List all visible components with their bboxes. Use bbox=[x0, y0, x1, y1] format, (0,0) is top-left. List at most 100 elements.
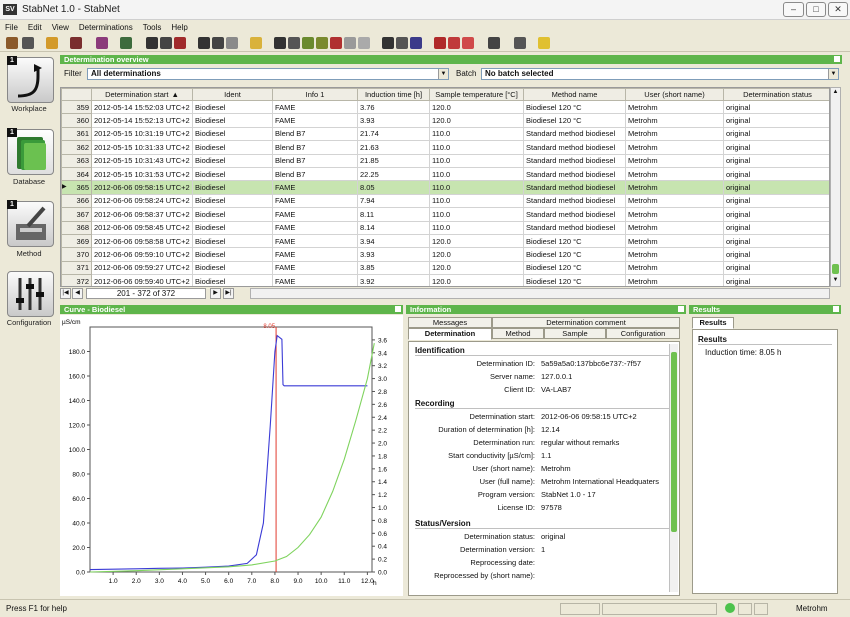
menu-view[interactable]: View bbox=[47, 20, 74, 35]
filter-remove-icon[interactable] bbox=[330, 37, 342, 49]
table-row[interactable]: 367 2012-06-06 09:58:37 UTC+2 Biodiesel FAM… bbox=[61, 207, 829, 222]
nav-workplace-count: 1 bbox=[7, 56, 17, 65]
column-header[interactable]: Sample temperature [°C] bbox=[429, 88, 524, 101]
column-header[interactable]: Info 1 bbox=[272, 88, 358, 101]
table-row[interactable]: 362 2012-05-15 10:31:33 UTC+2 Biodiesel Ble… bbox=[61, 140, 829, 155]
nav-configuration-button[interactable] bbox=[7, 271, 54, 317]
details-scroll-thumb[interactable] bbox=[671, 352, 677, 532]
curve-maximize-icon[interactable] bbox=[395, 306, 401, 312]
row-number: 364 bbox=[61, 166, 92, 182]
table-row[interactable]: 361 2012-05-15 10:31:19 UTC+2 Biodiesel Ble… bbox=[61, 126, 829, 142]
table-row[interactable]: 363 2012-05-15 10:31:43 UTC+2 Biodiesel Ble… bbox=[61, 153, 829, 168]
user-icon[interactable] bbox=[70, 37, 82, 49]
search-icon[interactable] bbox=[274, 37, 286, 49]
results-maximize-icon[interactable] bbox=[833, 306, 839, 312]
tab-configuration[interactable]: Configuration bbox=[606, 328, 680, 339]
pdf-icon[interactable] bbox=[434, 37, 446, 49]
print-icon[interactable] bbox=[462, 37, 474, 49]
filter-off-icon[interactable] bbox=[344, 37, 356, 49]
tab-determination-comment[interactable]: Determination comment bbox=[492, 317, 680, 328]
report-icon[interactable] bbox=[382, 37, 394, 49]
menu-edit[interactable]: Edit bbox=[23, 20, 47, 35]
table-row[interactable]: 365 2012-06-06 09:58:15 UTC+2 Biodiesel FAM… bbox=[61, 180, 829, 195]
chevron-down-icon[interactable]: ▼ bbox=[438, 69, 448, 79]
pdf-export-icon[interactable] bbox=[448, 37, 460, 49]
menu-help[interactable]: Help bbox=[166, 20, 192, 35]
batch-select[interactable]: No batch selected ▼ bbox=[481, 68, 839, 80]
minimize-button[interactable]: – bbox=[783, 2, 804, 17]
open-icon[interactable] bbox=[6, 37, 18, 49]
chevron-down-icon[interactable]: ▼ bbox=[828, 69, 838, 79]
table-row[interactable]: 366 2012-06-06 09:58:24 UTC+2 Biodiesel FAM… bbox=[61, 193, 829, 209]
info-maximize-icon[interactable] bbox=[678, 306, 684, 312]
column-header[interactable]: User (short name) bbox=[625, 88, 724, 101]
close-button[interactable]: ✕ bbox=[828, 2, 848, 17]
prev-page-icon[interactable]: ◀ bbox=[72, 288, 83, 299]
column-header[interactable]: Determination start ▲ bbox=[91, 88, 193, 101]
table-scrollbar[interactable]: ▲ ▼ bbox=[830, 87, 841, 287]
menu-determinations[interactable]: Determinations bbox=[74, 20, 138, 35]
tab-method[interactable]: Method bbox=[492, 328, 544, 339]
horizontal-scrollbar[interactable] bbox=[250, 288, 830, 299]
overview-maximize-icon[interactable] bbox=[834, 56, 840, 62]
table-row[interactable]: 369 2012-06-06 09:58:58 UTC+2 Biodiesel FAM… bbox=[61, 233, 829, 249]
menu-tools[interactable]: Tools bbox=[138, 20, 167, 35]
folder-icon[interactable] bbox=[46, 37, 58, 49]
report-edit-icon[interactable] bbox=[396, 37, 408, 49]
edit-icon[interactable] bbox=[120, 37, 132, 49]
table-row[interactable]: 360 2012-05-14 15:52:13 UTC+2 Biodiesel FAM… bbox=[61, 113, 829, 128]
next-page-icon[interactable]: ▶ bbox=[210, 288, 221, 299]
curve-chart[interactable]: 0.0 20.0 40.0 60.0 80.0 100.0 120.0 140.0 160.0 1… bbox=[60, 315, 403, 596]
filter-select[interactable]: All determinations ▼ bbox=[87, 68, 449, 80]
column-header[interactable]: Method name bbox=[523, 88, 626, 101]
scroll-down-icon[interactable]: ▼ bbox=[832, 277, 839, 285]
table-row[interactable]: 359 2012-05-14 15:52:03 UTC+2 Biodiesel FAM… bbox=[61, 99, 829, 115]
help-icon[interactable] bbox=[538, 37, 550, 49]
column-header[interactable] bbox=[61, 88, 92, 101]
table-row[interactable]: 364 2012-05-15 10:31:53 UTC+2 Biodiesel Ble… bbox=[61, 166, 829, 182]
table-cell: original bbox=[723, 220, 829, 235]
first-page-icon[interactable]: |◀ bbox=[60, 288, 71, 299]
table-row[interactable]: 372 2012-06-06 09:59:40 UTC+2 Biodiesel FAM… bbox=[61, 274, 829, 286]
column-off-icon[interactable] bbox=[226, 37, 238, 49]
y-tick-label: 20.0 bbox=[72, 545, 85, 552]
copy-icon[interactable] bbox=[96, 37, 108, 49]
menu-file[interactable]: File bbox=[0, 20, 23, 35]
tab-results[interactable]: Results bbox=[692, 317, 734, 329]
batch-icon[interactable] bbox=[250, 37, 262, 49]
column-header[interactable]: Determination status bbox=[723, 88, 829, 101]
column-header[interactable]: Ident bbox=[192, 88, 273, 101]
properties-icon[interactable] bbox=[514, 37, 526, 49]
table-row[interactable]: 370 2012-06-06 09:59:10 UTC+2 Biodiesel FAM… bbox=[61, 247, 829, 262]
tab-sample[interactable]: Sample bbox=[544, 328, 606, 339]
table-cell: Biodiesel bbox=[192, 247, 273, 262]
filter-icon[interactable] bbox=[302, 37, 314, 49]
table-cell: Standard method biodiesel bbox=[523, 140, 626, 155]
detail-value: original bbox=[541, 532, 566, 541]
column-header[interactable]: Induction time [h] bbox=[357, 88, 430, 101]
details-scrollbar[interactable] bbox=[669, 344, 678, 592]
delete-icon[interactable] bbox=[488, 37, 500, 49]
table-cell: FAME bbox=[272, 207, 358, 222]
filter-edit-icon[interactable] bbox=[316, 37, 328, 49]
column-icon[interactable] bbox=[198, 37, 210, 49]
tab-determination[interactable]: Determination bbox=[408, 328, 492, 340]
table-row[interactable]: 371 2012-06-06 09:59:27 UTC+2 Biodiesel FAM… bbox=[61, 260, 829, 276]
table-cell: Biodiesel 120 °C bbox=[523, 274, 626, 286]
tab-messages[interactable]: Messages bbox=[408, 317, 492, 328]
scroll-up-icon[interactable]: ▲ bbox=[832, 89, 839, 97]
find-icon[interactable] bbox=[288, 37, 300, 49]
table-row[interactable]: 368 2012-06-06 09:58:45 UTC+2 Biodiesel FAM… bbox=[61, 220, 829, 235]
report-preview-icon[interactable] bbox=[410, 37, 422, 49]
filter-reset-icon[interactable] bbox=[358, 37, 370, 49]
table-add-icon[interactable] bbox=[160, 37, 172, 49]
export-icon[interactable] bbox=[22, 37, 34, 49]
maximize-button[interactable]: □ bbox=[806, 2, 826, 17]
scroll-thumb[interactable] bbox=[832, 264, 839, 274]
table-remove-icon[interactable] bbox=[174, 37, 186, 49]
sort-ascending-icon[interactable]: ▲ bbox=[171, 90, 178, 99]
column-edit-icon[interactable] bbox=[212, 37, 224, 49]
last-page-icon[interactable]: ▶| bbox=[223, 288, 234, 299]
table-icon[interactable] bbox=[146, 37, 158, 49]
table-cell: 2012-06-06 09:58:58 UTC+2 bbox=[91, 233, 193, 249]
